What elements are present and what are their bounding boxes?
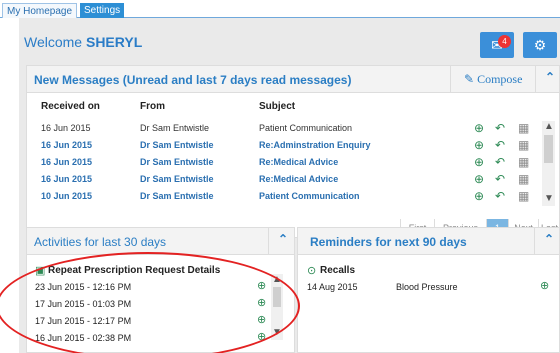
- message-row[interactable]: 16 Jun 2015 Dr Sam Entwistle Re:Adminstr…: [27, 138, 537, 156]
- message-from: Dr Sam Entwistle: [140, 140, 214, 150]
- message-date: 16 Jun 2015: [41, 140, 93, 150]
- reply-icon[interactable]: ↶: [495, 121, 505, 135]
- column-header-received[interactable]: Received on: [41, 101, 100, 112]
- recalls-title: Recalls: [320, 265, 356, 276]
- scrollbar-thumb[interactable]: [544, 135, 553, 163]
- column-header-subject[interactable]: Subject: [259, 101, 295, 112]
- messages-scrollbar[interactable]: ▲ ▼: [542, 121, 555, 206]
- messages-panel-header: New Messages (Unread and last 7 days rea…: [27, 66, 559, 93]
- reminders-panel-header: Reminders for next 90 days ⌃: [298, 228, 559, 255]
- message-row[interactable]: 16 Jun 2015 Dr Sam Entwistle Re:Medical …: [27, 155, 537, 173]
- message-date: 16 Jun 2015: [41, 157, 93, 167]
- unread-count-badge: 4: [498, 35, 511, 48]
- message-subject[interactable]: Re:Medical Advice: [259, 174, 338, 184]
- divider: [535, 66, 536, 93]
- welcome-user: SHERYL: [85, 34, 143, 50]
- view-icon[interactable]: ⊕: [474, 189, 484, 203]
- recall-date: 14 Aug 2015: [307, 282, 358, 292]
- scroll-up-icon[interactable]: ▲: [544, 121, 554, 132]
- message-subject[interactable]: Re:Adminstration Enquiry: [259, 140, 371, 150]
- top-tab-bar: My Homepage Settings: [0, 0, 560, 18]
- gear-icon: ⚙: [533, 37, 547, 53]
- message-subject[interactable]: Patient Communication: [259, 191, 360, 201]
- divider: [534, 228, 535, 255]
- activities-panel-title: Activities for last 30 days: [34, 235, 167, 249]
- view-icon[interactable]: ⊕: [474, 121, 484, 135]
- settings-button[interactable]: ⚙: [523, 32, 557, 58]
- view-icon[interactable]: ⊕: [474, 172, 484, 186]
- archive-icon[interactable]: ▦: [518, 155, 529, 169]
- annotation-circle: [0, 252, 300, 353]
- message-date: 10 Jun 2015: [41, 191, 93, 201]
- collapse-chevron-icon[interactable]: ⌃: [544, 232, 554, 246]
- recall-description: Blood Pressure: [396, 282, 458, 292]
- reply-icon[interactable]: ↶: [495, 138, 505, 152]
- reply-icon[interactable]: ↶: [495, 189, 505, 203]
- message-row[interactable]: 16 Jun 2015 Dr Sam Entwistle Patient Com…: [27, 121, 537, 139]
- message-from: Dr Sam Entwistle: [140, 123, 210, 133]
- message-from: Dr Sam Entwistle: [140, 191, 214, 201]
- divider: [450, 66, 451, 93]
- view-icon[interactable]: ⊕: [474, 155, 484, 169]
- tab-settings[interactable]: Settings: [80, 3, 125, 18]
- divider: [268, 228, 269, 255]
- compose-button[interactable]: ✎ Compose: [464, 72, 522, 87]
- message-subject[interactable]: Patient Communication: [259, 123, 352, 133]
- scroll-down-icon[interactable]: ▼: [544, 193, 554, 204]
- reply-icon[interactable]: ↶: [495, 172, 505, 186]
- message-from: Dr Sam Entwistle: [140, 157, 214, 167]
- view-icon[interactable]: ⊕: [540, 279, 549, 292]
- compose-label: Compose: [477, 72, 523, 86]
- archive-icon[interactable]: ▦: [518, 172, 529, 186]
- message-subject[interactable]: Re:Medical Advice: [259, 157, 338, 167]
- message-date: 16 Jun 2015: [41, 174, 93, 184]
- reply-icon[interactable]: ↶: [495, 155, 505, 169]
- messages-panel-title: New Messages (Unread and last 7 days rea…: [34, 73, 352, 87]
- activities-panel-header: Activities for last 30 days ⌃: [27, 228, 294, 255]
- message-date: 16 Jun 2015: [41, 123, 91, 133]
- reminders-panel-title: Reminders for next 90 days: [310, 235, 467, 249]
- collapse-chevron-icon[interactable]: ⌃: [278, 232, 288, 246]
- message-from: Dr Sam Entwistle: [140, 174, 214, 184]
- message-row[interactable]: 16 Jun 2015 Dr Sam Entwistle Re:Medical …: [27, 172, 537, 190]
- column-header-from[interactable]: From: [140, 101, 165, 112]
- message-row[interactable]: 10 Jun 2015 Dr Sam Entwistle Patient Com…: [27, 189, 537, 207]
- archive-icon[interactable]: ▦: [518, 121, 529, 135]
- compose-icon: ✎: [464, 72, 475, 86]
- reminders-panel: Reminders for next 90 days ⌃ ⊙ Recalls 1…: [297, 227, 560, 353]
- welcome-prefix: Welcome: [24, 34, 83, 50]
- archive-icon[interactable]: ▦: [518, 138, 529, 152]
- clock-icon: ⊙: [307, 265, 317, 277]
- collapse-chevron-icon[interactable]: ⌃: [545, 70, 555, 84]
- archive-icon[interactable]: ▦: [518, 189, 529, 203]
- view-icon[interactable]: ⊕: [474, 138, 484, 152]
- welcome-text: Welcome SHERYL: [24, 34, 142, 50]
- messages-button[interactable]: ✉ 4: [480, 32, 514, 58]
- tab-my-homepage[interactable]: My Homepage: [2, 3, 78, 18]
- messages-panel: New Messages (Unread and last 7 days rea…: [26, 65, 560, 238]
